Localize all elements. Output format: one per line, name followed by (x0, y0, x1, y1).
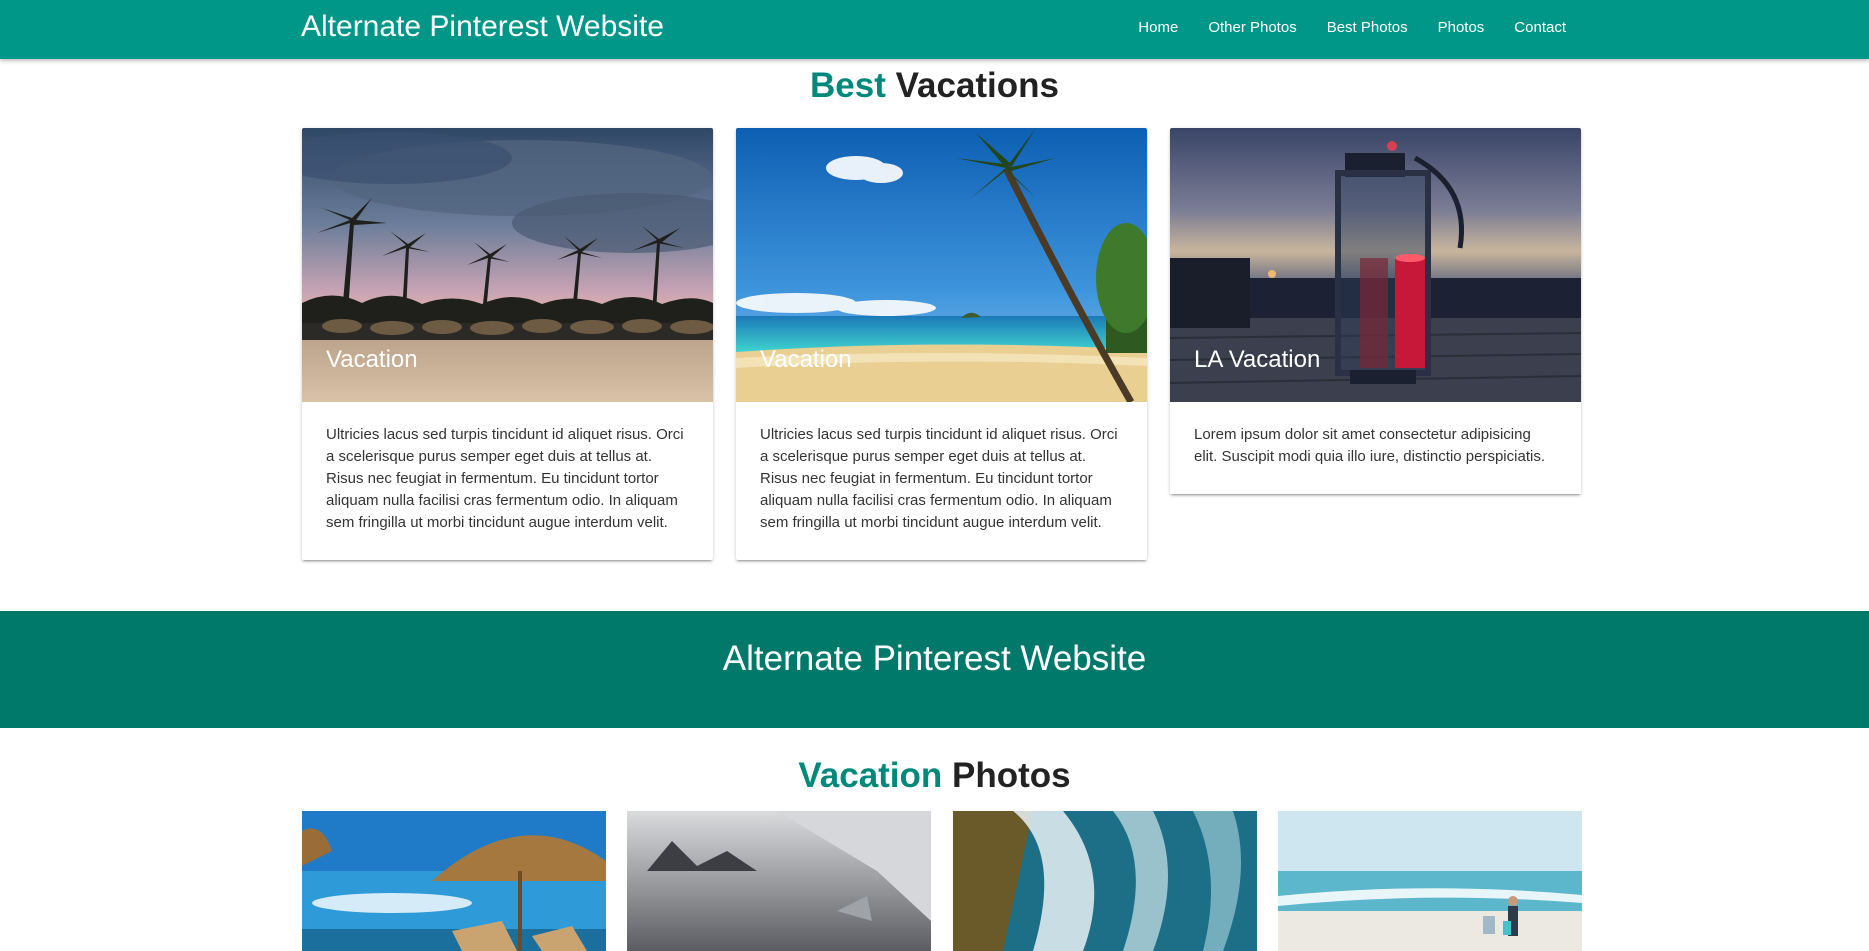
site-banner: Alternate Pinterest Website (0, 611, 1869, 728)
card-image-lantern-dock: LA Vacation (1170, 128, 1581, 402)
heading-accent-word: Best (809, 66, 886, 105)
nav-link-contact[interactable]: Contact (1514, 19, 1566, 36)
vacation-card-1: Vacation Ultricies lacus sed turpis tinc… (302, 128, 713, 560)
card-title: Vacation (760, 346, 852, 373)
heading-rest-word: Vacations (895, 66, 1060, 105)
nav-link-best-photos[interactable]: Best Photos (1327, 19, 1408, 36)
best-vacations-heading: Best Vacations (0, 66, 1869, 106)
heading-rest-word: Photos (952, 756, 1071, 795)
photo-airplane-wing[interactable] (627, 811, 931, 951)
banner-title: Alternate Pinterest Website (722, 639, 1147, 678)
beach-umbrella-image (302, 811, 606, 951)
card-image-beach-sunset: Vacation (302, 128, 713, 402)
ocean-waves-image (953, 811, 1257, 951)
card-image-tropical-beach: Vacation (736, 128, 1147, 402)
heading-accent-word: Vacation (798, 756, 943, 795)
nav-link-photos[interactable]: Photos (1438, 19, 1485, 36)
nav-links: Home Other Photos Best Photos Photos Con… (1108, 0, 1566, 54)
nav-link-home[interactable]: Home (1138, 19, 1178, 36)
nav-link-other-photos[interactable]: Other Photos (1208, 19, 1296, 36)
photo-beach-umbrella[interactable] (302, 811, 606, 951)
brand-logo-link[interactable]: Alternate Pinterest Website (301, 8, 664, 46)
vacation-photos-heading: Vacation Photos (0, 756, 1869, 796)
airplane-wing-image (627, 811, 931, 951)
top-navbar: Alternate Pinterest Website Home Other P… (0, 0, 1869, 59)
card-content: Lorem ipsum dolor sit amet consectetur a… (1194, 426, 1545, 465)
vacation-card-3: LA Vacation Lorem ipsum dolor sit amet c… (1170, 128, 1581, 494)
card-content: Ultricies lacus sed turpis tincidunt id … (760, 426, 1118, 531)
card-title: LA Vacation (1194, 346, 1321, 373)
photo-beach-surf[interactable] (1278, 811, 1582, 951)
beach-surf-image (1278, 811, 1582, 951)
card-content: Ultricies lacus sed turpis tincidunt id … (326, 426, 684, 531)
vacation-card-2: Vacation Ultricies lacus sed turpis tinc… (736, 128, 1147, 560)
photo-ocean-waves[interactable] (953, 811, 1257, 951)
card-title: Vacation (326, 346, 418, 373)
